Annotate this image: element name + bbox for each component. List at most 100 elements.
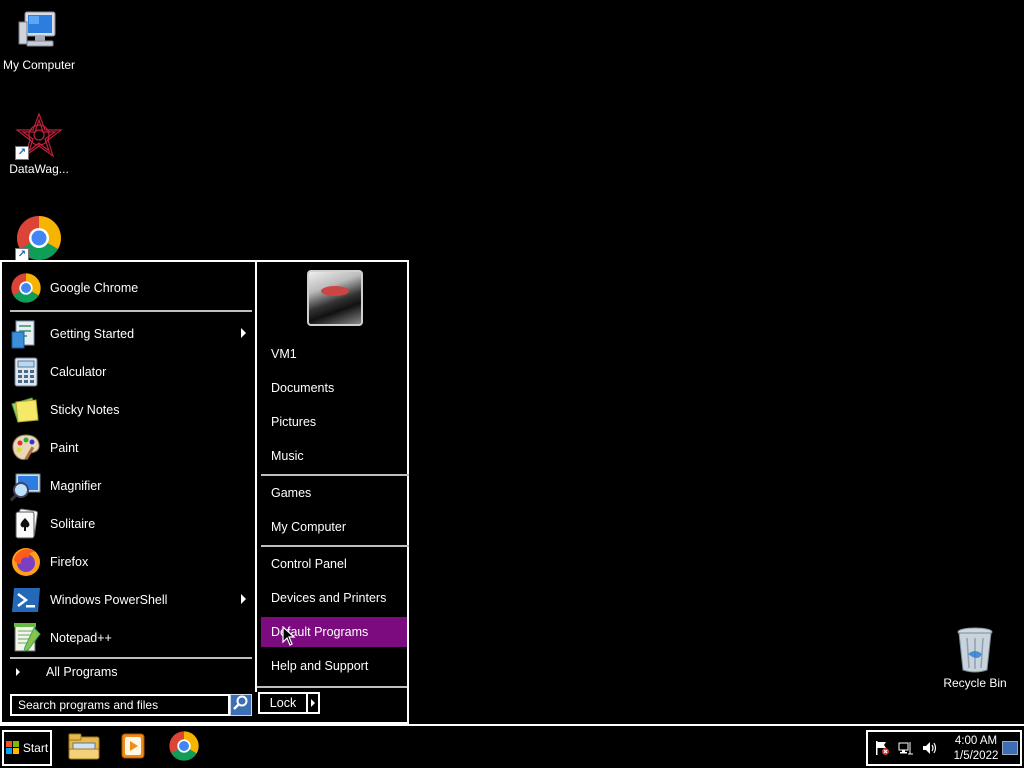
start-link-default-programs[interactable]: Default Programs [261,617,407,647]
start-link-games[interactable]: Games [261,478,407,508]
shortcut-arrow-icon: ↗ [15,146,29,160]
start-link-documents[interactable]: Documents [261,373,407,403]
taskbar-file-explorer[interactable] [64,730,104,766]
powershell-icon [10,584,42,616]
sticky-notes-icon [10,394,42,426]
start-item-label: Paint [50,441,79,455]
start-link-pictures[interactable]: Pictures [261,407,407,437]
start-item-label: Sticky Notes [50,403,120,417]
chrome-icon [168,730,200,767]
desktop-icon-my-computer[interactable]: My Computer [0,8,79,72]
start-link-devices-and-printers[interactable]: Devices and Printers [261,583,407,613]
all-programs-separator [10,657,252,659]
all-programs-label: All Programs [46,665,118,679]
media-player-icon [118,731,148,766]
settings-separator [261,545,409,547]
start-menu: Google Chrome Getting Started Calculator… [0,260,409,724]
start-link-my-computer[interactable]: My Computer [261,512,407,542]
start-item-windows-powershell[interactable]: Windows PowerShell [10,582,252,618]
start-item-firefox[interactable]: Firefox [10,544,252,580]
chrome-icon [10,272,42,304]
lock-button[interactable]: Lock [258,692,308,714]
desktop-icon-label: My Computer [2,58,76,72]
system-tray: 4:00 AM 1/5/2022 [866,730,1022,766]
start-link-label: Pictures [271,415,317,429]
show-desktop-button[interactable] [1002,741,1018,755]
start-item-sticky-notes[interactable]: Sticky Notes [10,392,252,428]
getting-started-icon [10,318,42,350]
start-link-label: Control Panel [271,557,347,571]
start-link-label: Music [271,449,304,463]
chevron-right-icon [311,699,315,707]
action-center-flag-icon[interactable] [872,738,892,758]
start-menu-programs-pane: Google Chrome Getting Started Calculator… [4,264,254,722]
submenu-arrow-icon [241,594,246,604]
recycle-bin-icon [951,626,999,674]
start-label: Start [22,741,49,755]
all-programs-button[interactable]: All Programs [10,660,252,684]
taskbar-google-chrome[interactable] [164,730,204,766]
user-avatar[interactable] [307,270,363,326]
start-item-label: Magnifier [50,479,102,493]
start-item-paint[interactable]: Paint [10,430,252,466]
submenu-arrow-icon [241,328,246,338]
search-icon [233,695,249,716]
paint-icon [10,432,42,464]
taskbar: Start 4:00 AM 1/5/2022 [0,724,1024,768]
start-item-solitaire[interactable]: Solitaire [10,506,252,542]
datawag-icon: ↗ [15,112,63,160]
start-link-label: Games [271,486,312,500]
network-icon[interactable] [896,738,916,758]
start-link-music[interactable]: Music [261,441,407,471]
firefox-icon [10,546,42,578]
expand-arrow-icon [16,668,20,676]
start-item-notepad-plus-plus[interactable]: Notepad++ [10,620,252,656]
volume-icon[interactable] [920,738,940,758]
computer-icon [15,8,63,56]
start-item-label: Solitaire [50,517,96,531]
start-button[interactable]: Start [2,730,52,766]
lock-label: Lock [269,696,297,710]
start-item-getting-started[interactable]: Getting Started [10,316,252,352]
start-link-label: Devices and Printers [271,591,387,605]
start-link-help-and-support[interactable]: Help and Support [261,651,407,681]
pinned-separator [10,310,252,312]
desktop-icon-label: Recycle Bin [943,676,1007,690]
start-item-label: Notepad++ [50,631,112,645]
calculator-icon [10,356,42,388]
power-options-button[interactable] [308,692,320,714]
start-link-label: My Computer [271,520,347,534]
desktop-icon-label: DataWag... [9,162,69,176]
start-item-google-chrome[interactable]: Google Chrome [10,270,252,306]
desktop-icon-datawag[interactable]: ↗ DataWag... [0,112,79,176]
start-link-label: Default Programs [271,625,369,639]
search-button[interactable] [230,694,252,716]
magnifier-icon [9,470,42,502]
start-menu-places-pane: VM1 Documents Pictures Music Games My Co… [255,262,409,692]
desktop-icon-recycle-bin[interactable]: Recycle Bin [935,626,1015,690]
start-link-label: Help and Support [271,659,369,673]
search-input[interactable] [10,694,230,716]
start-item-label: Google Chrome [50,281,139,295]
notepadpp-icon [10,622,42,654]
start-link-vm1[interactable]: VM1 [261,339,407,369]
start-item-label: Windows PowerShell [50,593,168,607]
start-link-label: VM1 [271,347,297,361]
taskbar-media-player[interactable] [113,730,153,766]
windows-logo-icon [5,741,20,755]
start-item-calculator[interactable]: Calculator [10,354,252,390]
clock-time: 4:00 AM [954,735,998,747]
start-link-control-panel[interactable]: Control Panel [261,549,407,579]
start-item-label: Firefox [50,555,89,569]
start-link-label: Documents [271,381,335,395]
start-item-label: Calculator [50,365,107,379]
places-separator [261,474,409,476]
start-item-magnifier[interactable]: Magnifier [9,468,252,504]
clock[interactable]: 4:00 AM 1/5/2022 [942,734,1010,764]
clock-date: 1/5/2022 [953,750,999,762]
power-separator [257,686,407,688]
chrome-icon: ↗ [15,214,63,262]
start-item-label: Getting Started [50,327,135,341]
desktop-icon-google-chrome[interactable]: ↗ [0,214,79,264]
file-explorer-icon [67,731,101,766]
